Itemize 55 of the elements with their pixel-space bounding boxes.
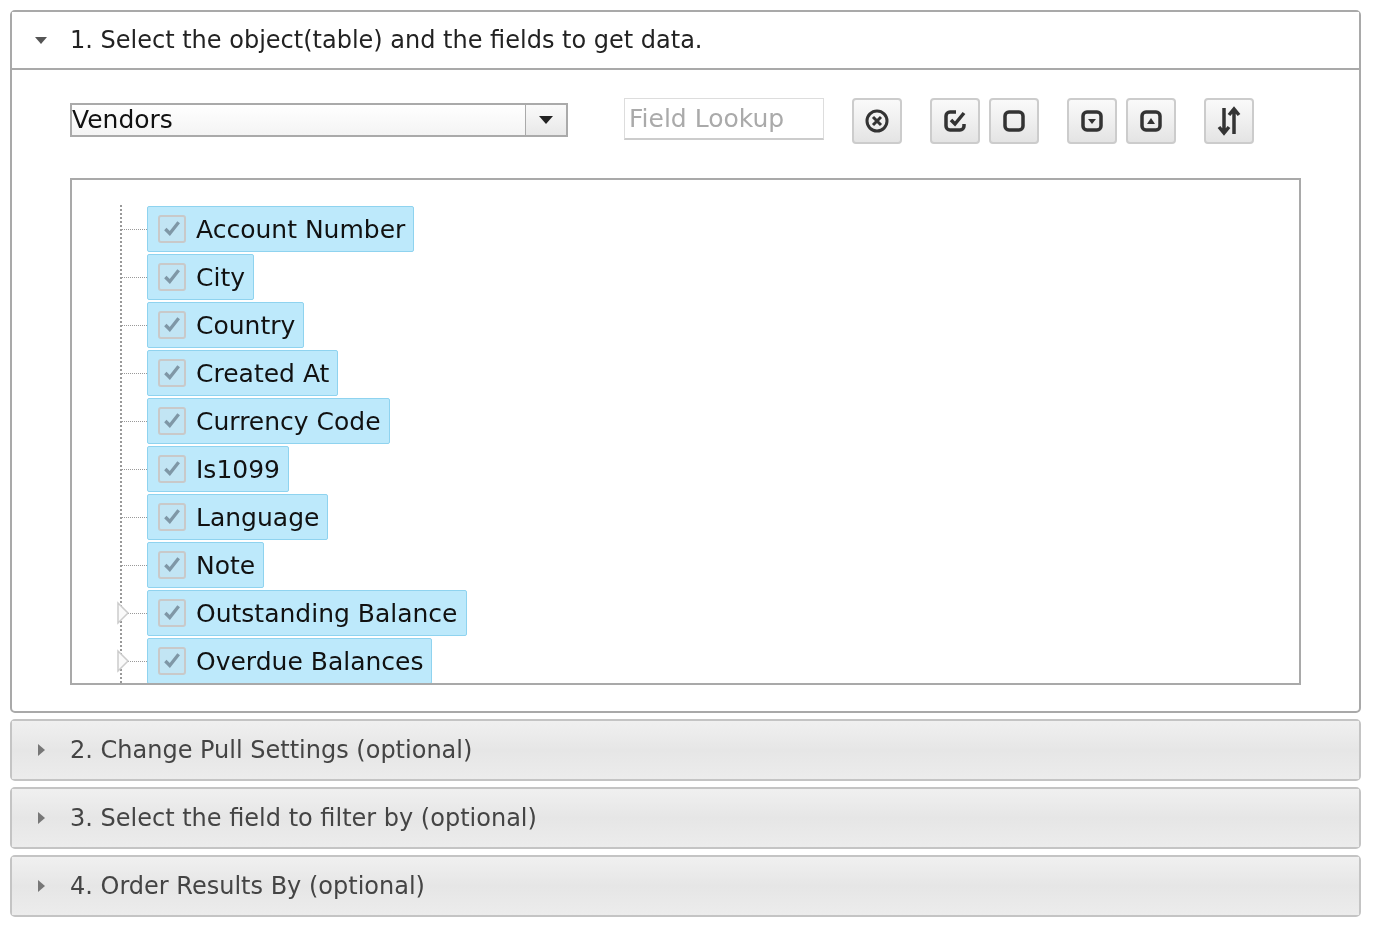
checkmark-icon [162, 267, 182, 287]
expand-all-button[interactable] [1067, 98, 1117, 144]
sort-arrows-icon [1216, 106, 1242, 136]
tree-item[interactable]: Currency Code [147, 398, 390, 444]
field-lookup-input[interactable]: Field Lookup [624, 98, 824, 140]
section-title: 3. Select the field to filter by (optional) [70, 804, 537, 832]
section-title: 1. Select the object(table) and the fields to get data. [70, 26, 703, 54]
tree-item[interactable]: City [147, 254, 254, 300]
checkmark-icon [162, 651, 182, 671]
checkbox[interactable] [158, 647, 186, 675]
checkmark-icon [162, 315, 182, 335]
checkbox[interactable] [158, 359, 186, 387]
checkbox[interactable] [158, 407, 186, 435]
collapse-all-button[interactable] [1126, 98, 1176, 144]
section-title: 2. Change Pull Settings (optional) [70, 736, 473, 764]
tree-item[interactable]: Outstanding Balance [147, 590, 467, 636]
checkmark-icon [162, 411, 182, 431]
checkmark-icon [162, 363, 182, 383]
checkbox-checked-icon [942, 108, 968, 134]
section-header[interactable]: 2. Change Pull Settings (optional) [12, 721, 1359, 779]
checkbox[interactable] [158, 263, 186, 291]
check-all-button[interactable] [930, 98, 980, 144]
section-header[interactable]: 4. Order Results By (optional) [12, 857, 1359, 915]
checkbox[interactable] [158, 215, 186, 243]
square-down-icon [1079, 108, 1105, 134]
expand-arrow-icon[interactable] [116, 649, 130, 673]
checkbox[interactable] [158, 551, 186, 579]
square-up-icon [1138, 108, 1164, 134]
section-title: 4. Order Results By (optional) [70, 872, 425, 900]
checkmark-icon [162, 603, 182, 623]
checkbox[interactable] [158, 311, 186, 339]
object-dropdown[interactable]: Vendors [70, 103, 568, 137]
tree-item[interactable]: Country [147, 302, 305, 348]
uncheck-all-button[interactable] [989, 98, 1039, 144]
clear-button[interactable] [852, 98, 902, 144]
section-header[interactable]: 3. Select the field to filter by (optional) [12, 789, 1359, 847]
tree-item[interactable]: Overdue Balances [147, 638, 433, 683]
sort-button[interactable] [1204, 98, 1254, 144]
checkbox-empty-icon [1001, 108, 1027, 134]
checkmark-icon [162, 555, 182, 575]
expand-arrow-icon[interactable] [116, 601, 130, 625]
checkmark-icon [162, 219, 182, 239]
checkbox[interactable] [158, 599, 186, 627]
checkbox[interactable] [158, 455, 186, 483]
checkmark-icon [162, 507, 182, 527]
dropdown-arrow-icon [539, 116, 553, 124]
checkmark-icon [162, 459, 182, 479]
tree-item[interactable]: Language [147, 494, 329, 540]
tree-item[interactable]: Note [147, 542, 265, 588]
close-circle-icon [864, 108, 890, 134]
section-header[interactable]: 1. Select the object(table) and the fields to get data. [12, 12, 1359, 70]
tree-item[interactable]: Is1099 [147, 446, 290, 492]
checkbox[interactable] [158, 503, 186, 531]
tree-item[interactable]: Account Number [147, 206, 415, 252]
tree-item[interactable]: Created At [147, 350, 339, 396]
